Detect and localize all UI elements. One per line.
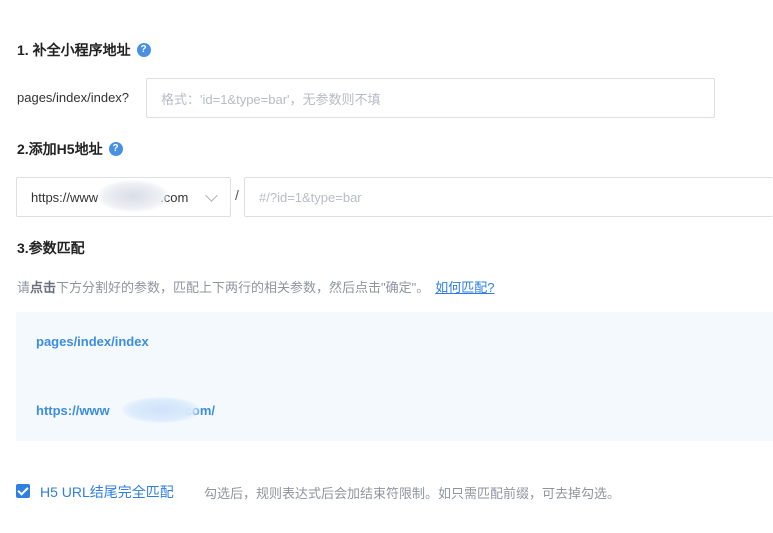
mini-path-tokens[interactable]: pages/index/index — [36, 334, 149, 349]
h5-domain-select[interactable]: https://www .com — [16, 177, 231, 217]
redacted-blur — [122, 397, 200, 423]
chevron-down-icon — [205, 188, 218, 202]
hint-prefix: 请 — [17, 280, 31, 295]
section-2-title: 2.添加H5地址 ? — [17, 139, 123, 159]
h5-domain-value: https://www .com — [31, 179, 207, 212]
mini-program-path-label: pages/index/index? — [17, 90, 130, 105]
h5-path-input[interactable]: #/?id=1&type=bar — [244, 177, 773, 217]
match-hint: 请点击下方分割好的参数，匹配上下两行的相关参数，然后点击"确定"。 如何匹配? — [17, 277, 495, 296]
question-circle-icon[interactable]: ? — [108, 142, 123, 156]
check-icon — [17, 484, 29, 496]
query-params-input[interactable]: 格式：'id=1&type=bar'，无参数则不填 — [146, 78, 715, 118]
section-3-title: 3.参数匹配 — [17, 238, 85, 258]
exact-match-note: 勾选后，规则表达式后会加结束符限制。如只需匹配前缀，可去掉勾选。 — [204, 486, 621, 501]
path-separator: / — [235, 187, 239, 203]
exact-match-checkbox[interactable] — [16, 484, 30, 498]
exact-match-label[interactable]: H5 URL结尾完全匹配 — [40, 482, 174, 502]
section-1-title: 1. 补全小程序地址 ? — [17, 40, 151, 60]
how-to-match-link[interactable]: 如何匹配? — [435, 280, 494, 295]
question-circle-icon[interactable]: ? — [136, 43, 151, 57]
section-1-title-text: 1. 补全小程序地址 — [17, 42, 131, 58]
query-params-placeholder: 格式：'id=1&type=bar'，无参数则不填 — [161, 91, 381, 107]
h5-url-prefix: https://www — [36, 403, 110, 418]
hint-text: 下方分割好的参数，匹配上下两行的相关参数，然后点击"确定"。 — [56, 280, 430, 295]
param-match-panel: pages/index/index https://wwwcom/ — [16, 312, 773, 441]
page: 1. 补全小程序地址 ? pages/index/index? 格式：'id=1… — [0, 0, 773, 533]
section-2-title-text: 2.添加H5地址 — [17, 141, 103, 157]
h5-domain-prefix: https://www — [31, 189, 99, 205]
h5-path-placeholder: #/?id=1&type=bar — [259, 189, 362, 205]
redacted-blur — [97, 179, 169, 212]
hint-bold: 点击 — [30, 280, 57, 295]
section-3-title-text: 3.参数匹配 — [17, 240, 85, 256]
h5-url-tokens[interactable]: https://wwwcom/ — [36, 397, 215, 423]
